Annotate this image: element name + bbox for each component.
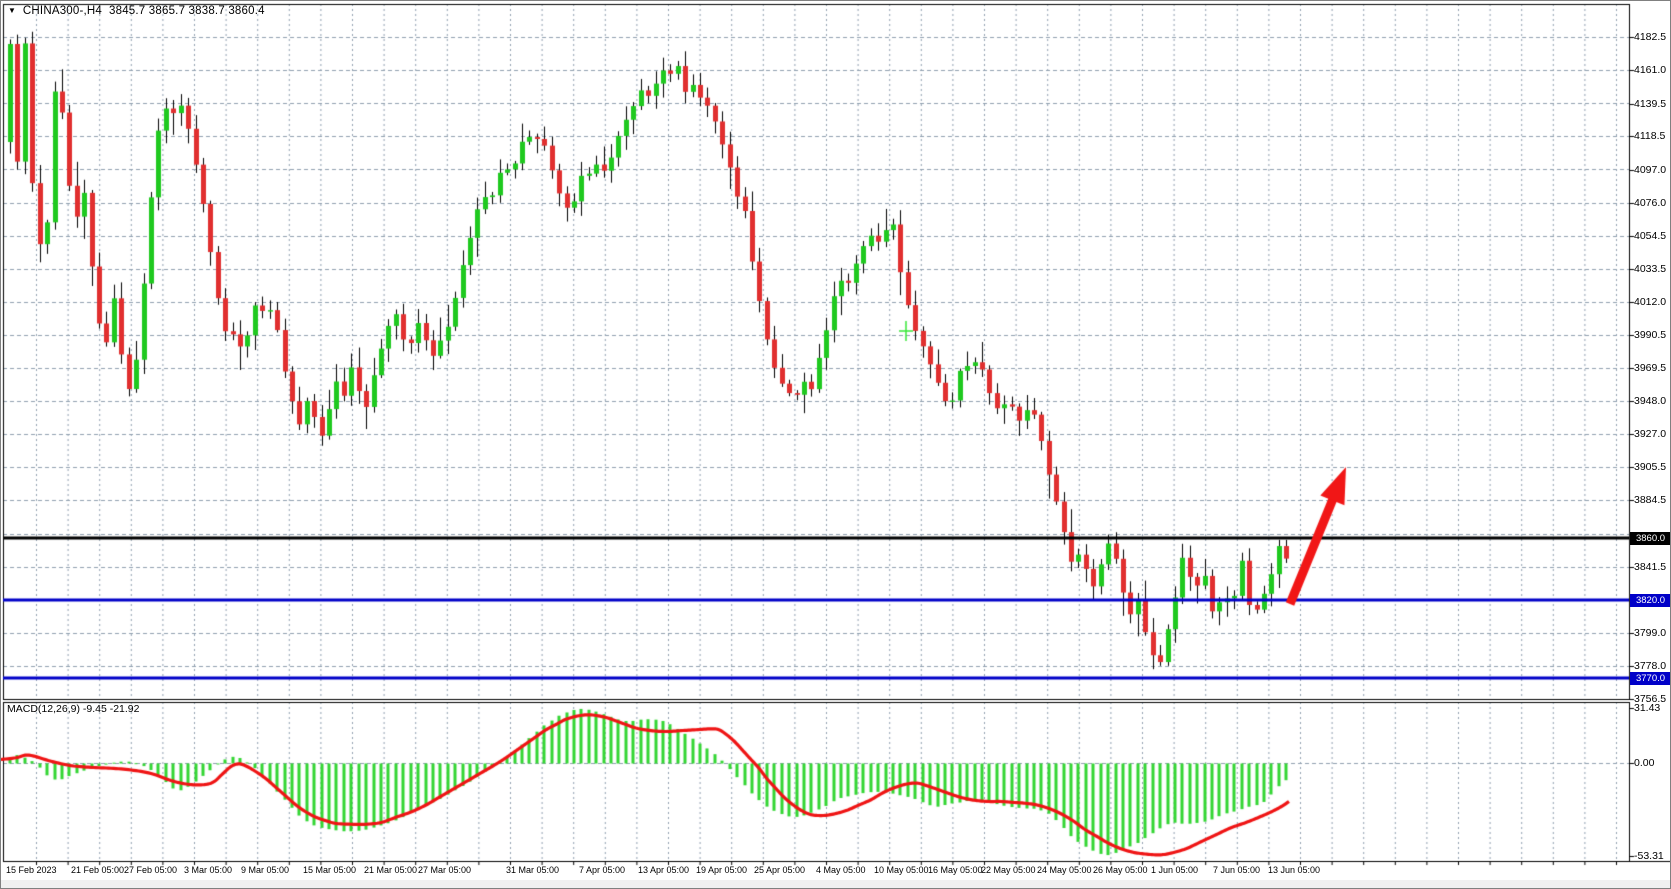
price-axis-label: 4012.0 [1634,296,1666,308]
time-axis-label: 25 Apr 05:00 [754,865,805,875]
price-axis-label: 3799.0 [1634,627,1666,639]
time-axis-label: 3 Mar 05:00 [184,865,232,875]
price-axis-label: 4033.5 [1634,263,1666,275]
price-axis-label: 3969.5 [1634,362,1666,374]
time-axis-label: 9 Mar 05:00 [241,865,289,875]
time-axis-label: 27 Mar 05:00 [418,865,471,875]
price-axis-label: 3990.5 [1634,329,1666,341]
price-axis-label: 4182.5 [1634,31,1666,43]
ohlc-values-label: 3845.7 3865.7 3838.7 3860.4 [109,5,265,17]
time-axis-label: 13 Apr 05:00 [638,865,689,875]
symbol-dropdown-icon[interactable]: ▼ [8,6,16,15]
time-axis-label: 10 May 05:00 [874,865,929,875]
price-axis-label: 4097.0 [1634,164,1666,176]
time-axis-label: 27 Feb 05:00 [124,865,177,875]
time-axis-label: 15 Feb 2023 [6,865,57,875]
time-axis-label: 21 Mar 05:00 [364,865,417,875]
time-axis-label: 1 Jun 05:00 [1151,865,1198,875]
macd-axis-label: 31.43 [1634,702,1660,714]
macd-indicator-label: MACD(12,26,9) -9.45 -21.92 [7,703,139,715]
price-chart-canvas[interactable] [1,1,1671,889]
symbol-period-label: CHINA300-,H4 [23,5,102,17]
time-axis-label: 7 Apr 05:00 [579,865,625,875]
price-axis-label: 3884.5 [1634,494,1666,506]
window-bottom-edge [1,880,1670,888]
price-axis-label: 4076.0 [1634,197,1666,209]
time-axis-label: 16 May 05:00 [928,865,983,875]
time-axis-label: 4 May 05:00 [816,865,866,875]
time-axis-label: 26 May 05:00 [1093,865,1148,875]
price-axis-label: 3778.0 [1634,660,1666,672]
time-axis-label: 31 Mar 05:00 [506,865,559,875]
time-axis-label: 7 Jun 05:00 [1213,865,1260,875]
price-axis-label: 3841.5 [1634,561,1666,573]
macd-axis-label: 0.00 [1634,757,1654,769]
time-axis-label: 19 Apr 05:00 [696,865,747,875]
time-axis-label: 24 May 05:00 [1037,865,1092,875]
price-axis-label: 3905.5 [1634,461,1666,473]
chart-title: ▼ CHINA300-,H4 3845.7 3865.7 3838.7 3860… [8,5,265,17]
time-axis-label: 15 Mar 05:00 [303,865,356,875]
macd-axis-label: -53.31 [1634,850,1664,862]
hline-price-tag: 3820.0 [1630,594,1671,607]
price-axis-label: 4161.0 [1634,64,1666,76]
time-axis-label: 22 May 05:00 [981,865,1036,875]
hline-price-tag: 3860.0 [1630,532,1671,545]
price-axis-label: 4118.5 [1634,130,1665,142]
price-axis-label: 3948.0 [1634,395,1666,407]
price-axis-label: 3927.0 [1634,428,1666,440]
price-axis-label: 4139.5 [1634,98,1666,110]
chart-window: ▼ CHINA300-,H4 3845.7 3865.7 3838.7 3860… [0,0,1671,889]
time-axis-label: 21 Feb 05:00 [71,865,124,875]
price-axis-label: 4054.5 [1634,230,1666,242]
hline-price-tag: 3770.0 [1630,672,1671,685]
time-axis-label: 13 Jun 05:00 [1268,865,1320,875]
